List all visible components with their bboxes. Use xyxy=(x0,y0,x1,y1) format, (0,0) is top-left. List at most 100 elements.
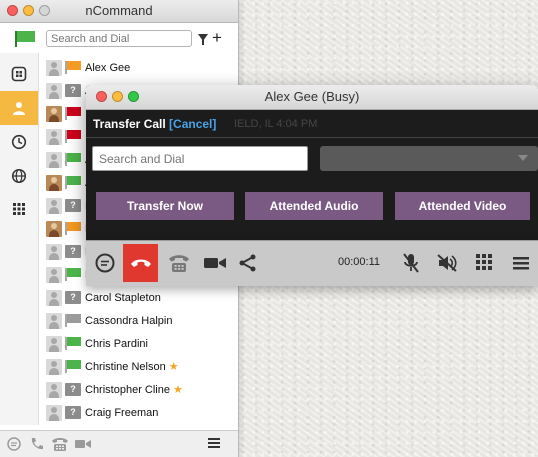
hangup-button[interactable] xyxy=(123,244,158,282)
contact-row[interactable]: Chris Pardini xyxy=(38,332,238,355)
status-flag-icon xyxy=(65,130,81,143)
desk-phone-icon[interactable] xyxy=(166,249,192,277)
avatar xyxy=(46,312,62,329)
transfer-call-window: Alex Gee (Busy) Transfer Call [Cancel] I… xyxy=(86,85,538,240)
avatar xyxy=(46,289,62,306)
filter-icon[interactable] xyxy=(198,34,208,45)
status-flag-icon xyxy=(65,176,81,189)
dialpad-icon[interactable] xyxy=(0,193,38,227)
status-flag-icon xyxy=(65,268,81,281)
chat-icon[interactable] xyxy=(93,249,117,277)
contact-name: Christine Nelson xyxy=(85,360,166,373)
avatar xyxy=(46,82,62,99)
status-flag-icon xyxy=(65,337,81,350)
dialpad-icon[interactable] xyxy=(472,249,496,277)
desk-phone-icon[interactable] xyxy=(51,436,69,455)
favorite-star-icon[interactable]: ★ xyxy=(169,360,179,373)
hangup-icon xyxy=(130,259,151,267)
attended-video-button[interactable]: Attended Video xyxy=(395,192,530,220)
contact-row[interactable]: ? Craig Freeman xyxy=(38,401,238,424)
share-icon[interactable] xyxy=(236,249,260,277)
add-icon[interactable]: + xyxy=(212,28,222,48)
avatar xyxy=(46,174,62,191)
status-flag-icon xyxy=(65,61,81,74)
close-button[interactable] xyxy=(7,5,18,16)
avatar xyxy=(46,105,62,122)
call-toolbar: 00:00:11 xyxy=(86,240,538,286)
status-flag-icon xyxy=(65,153,81,166)
status-flag-icon xyxy=(65,360,81,373)
status-unknown-icon: ? xyxy=(65,245,81,258)
background-call-info: IELD, IL 4:04 PM xyxy=(234,118,318,130)
bottom-toolbar xyxy=(0,430,238,457)
contact-row[interactable]: Alex Gee xyxy=(38,56,238,79)
status-flag-icon xyxy=(65,107,81,120)
contact-row[interactable]: ? Christopher Cline ★ xyxy=(38,378,238,401)
zoom-button[interactable] xyxy=(39,5,50,16)
cancel-link[interactable]: [Cancel] xyxy=(169,117,216,131)
avatar xyxy=(46,381,62,398)
minimize-button[interactable] xyxy=(112,91,123,102)
contact-name: Cassondra Halpin xyxy=(85,314,173,327)
search-input[interactable] xyxy=(46,30,192,47)
speaker-mute-icon[interactable] xyxy=(434,249,460,277)
main-titlebar: nCommand xyxy=(0,0,238,23)
avatar xyxy=(46,197,62,214)
user-icon[interactable] xyxy=(0,91,38,125)
transfer-now-button[interactable]: Transfer Now xyxy=(96,192,234,220)
status-unknown-icon: ? xyxy=(65,199,81,212)
transfer-panel: Transfer Call [Cancel] IELD, IL 4:04 PM … xyxy=(86,110,538,240)
window-controls xyxy=(96,91,139,102)
contact-name: Alex Gee xyxy=(85,61,131,74)
transfer-titlebar: Alex Gee (Busy) xyxy=(86,85,538,110)
contact-row[interactable]: Cassondra Halpin xyxy=(38,309,238,332)
avatar xyxy=(46,128,62,145)
favorite-star-icon[interactable]: ★ xyxy=(173,383,183,396)
chat-icon[interactable] xyxy=(6,436,22,455)
avatar xyxy=(46,220,62,237)
status-flag-icon xyxy=(65,314,81,327)
search-row: + xyxy=(0,28,238,50)
avatar xyxy=(46,151,62,168)
transfer-heading: Transfer Call [Cancel] xyxy=(93,117,216,131)
contact-name: Craig Freeman xyxy=(85,406,159,419)
status-unknown-icon: ? xyxy=(65,406,81,419)
menu-icon[interactable] xyxy=(207,436,221,453)
contacts-icon[interactable] xyxy=(0,57,38,91)
divider xyxy=(86,137,538,138)
status-flag-icon[interactable] xyxy=(15,31,35,47)
minimize-button[interactable] xyxy=(23,5,34,16)
contact-name: Chris Pardini xyxy=(85,337,148,350)
avatar xyxy=(46,266,62,283)
avatar xyxy=(46,243,62,260)
video-icon[interactable] xyxy=(74,436,92,455)
transfer-call-label: Transfer Call xyxy=(93,117,166,131)
clock-icon[interactable] xyxy=(0,125,38,159)
transfer-window-title: Alex Gee (Busy) xyxy=(264,89,360,104)
close-button[interactable] xyxy=(96,91,107,102)
sidebar xyxy=(0,53,39,425)
avatar xyxy=(46,404,62,421)
zoom-button[interactable] xyxy=(128,91,139,102)
window-controls xyxy=(7,5,50,16)
status-unknown-icon: ? xyxy=(65,84,81,97)
menu-icon[interactable] xyxy=(510,249,532,277)
status-flag-icon xyxy=(65,222,81,235)
mute-icon[interactable] xyxy=(399,249,423,277)
avatar xyxy=(46,335,62,352)
video-icon[interactable] xyxy=(202,249,228,277)
attended-audio-button[interactable]: Attended Audio xyxy=(245,192,383,220)
window-title: nCommand xyxy=(85,3,153,18)
avatar xyxy=(46,358,62,375)
avatar xyxy=(46,59,62,76)
status-unknown-icon: ? xyxy=(65,291,81,304)
contact-row[interactable]: Christine Nelson ★ xyxy=(38,355,238,378)
globe-icon[interactable] xyxy=(0,159,38,193)
contact-row[interactable]: ? Carol Stapleton xyxy=(38,286,238,309)
transfer-target-select[interactable] xyxy=(320,146,538,171)
transfer-search-input[interactable] xyxy=(92,146,308,171)
status-unknown-icon: ? xyxy=(65,383,81,396)
contact-name: Christopher Cline xyxy=(85,383,170,396)
phone-icon[interactable] xyxy=(29,436,45,455)
call-timer: 00:00:11 xyxy=(338,256,381,268)
